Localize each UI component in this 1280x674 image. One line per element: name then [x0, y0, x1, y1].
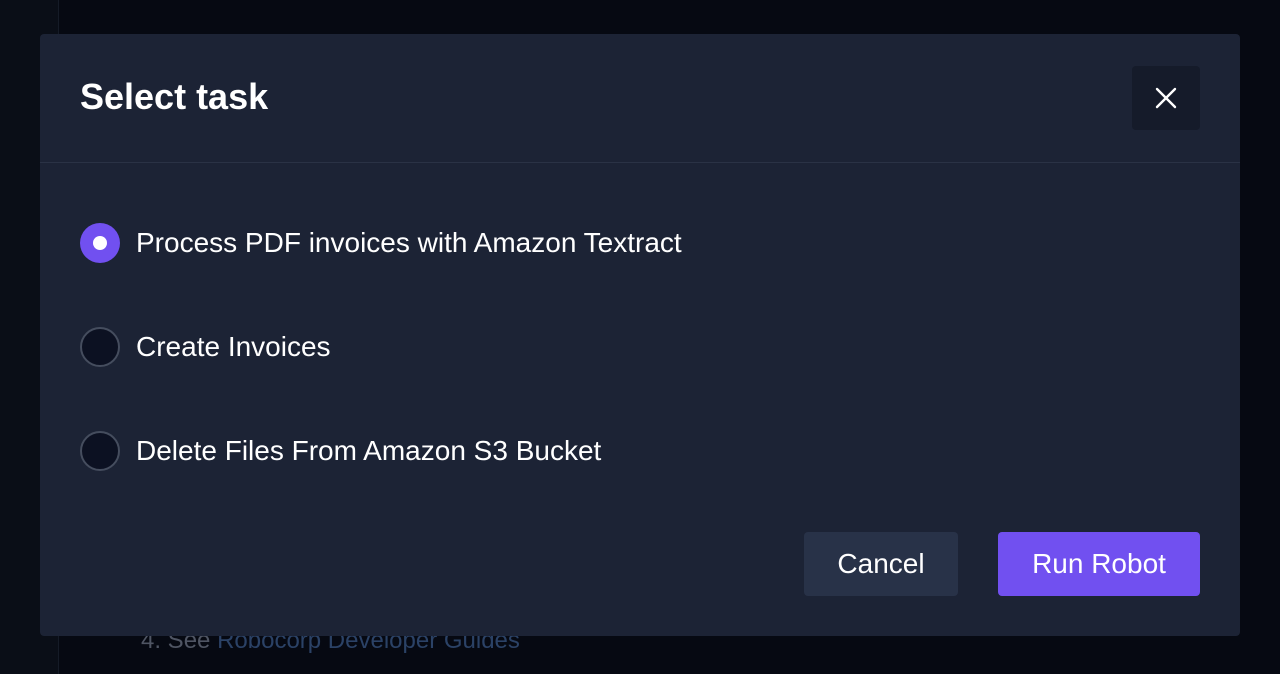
task-option-label: Create Invoices [136, 331, 331, 362]
close-button[interactable] [1132, 66, 1200, 130]
task-option-create-invoices[interactable]: Create Invoices [80, 327, 682, 367]
dialog-header: Select task [40, 34, 1240, 163]
select-task-dialog: Select task Process PDF invoices with Am… [40, 34, 1240, 636]
radio-button-selected[interactable] [80, 223, 120, 263]
close-icon [1155, 87, 1177, 109]
dialog-footer: Cancel Run Robot [804, 532, 1200, 596]
task-option-process-pdf[interactable]: Process PDF invoices with Amazon Textrac… [80, 223, 682, 263]
run-robot-button[interactable]: Run Robot [998, 532, 1200, 596]
app-root: 4. See Robocorp Developer Guides Select … [0, 0, 1280, 674]
radio-button[interactable] [80, 431, 120, 471]
radio-dot [93, 236, 107, 250]
cancel-button[interactable]: Cancel [804, 532, 958, 596]
dialog-title: Select task [80, 76, 269, 117]
task-option-label: Process PDF invoices with Amazon Textrac… [136, 227, 682, 258]
task-option-delete-files[interactable]: Delete Files From Amazon S3 Bucket [80, 431, 682, 471]
radio-button[interactable] [80, 327, 120, 367]
task-options: Process PDF invoices with Amazon Textrac… [80, 223, 682, 535]
task-option-label: Delete Files From Amazon S3 Bucket [136, 435, 602, 466]
